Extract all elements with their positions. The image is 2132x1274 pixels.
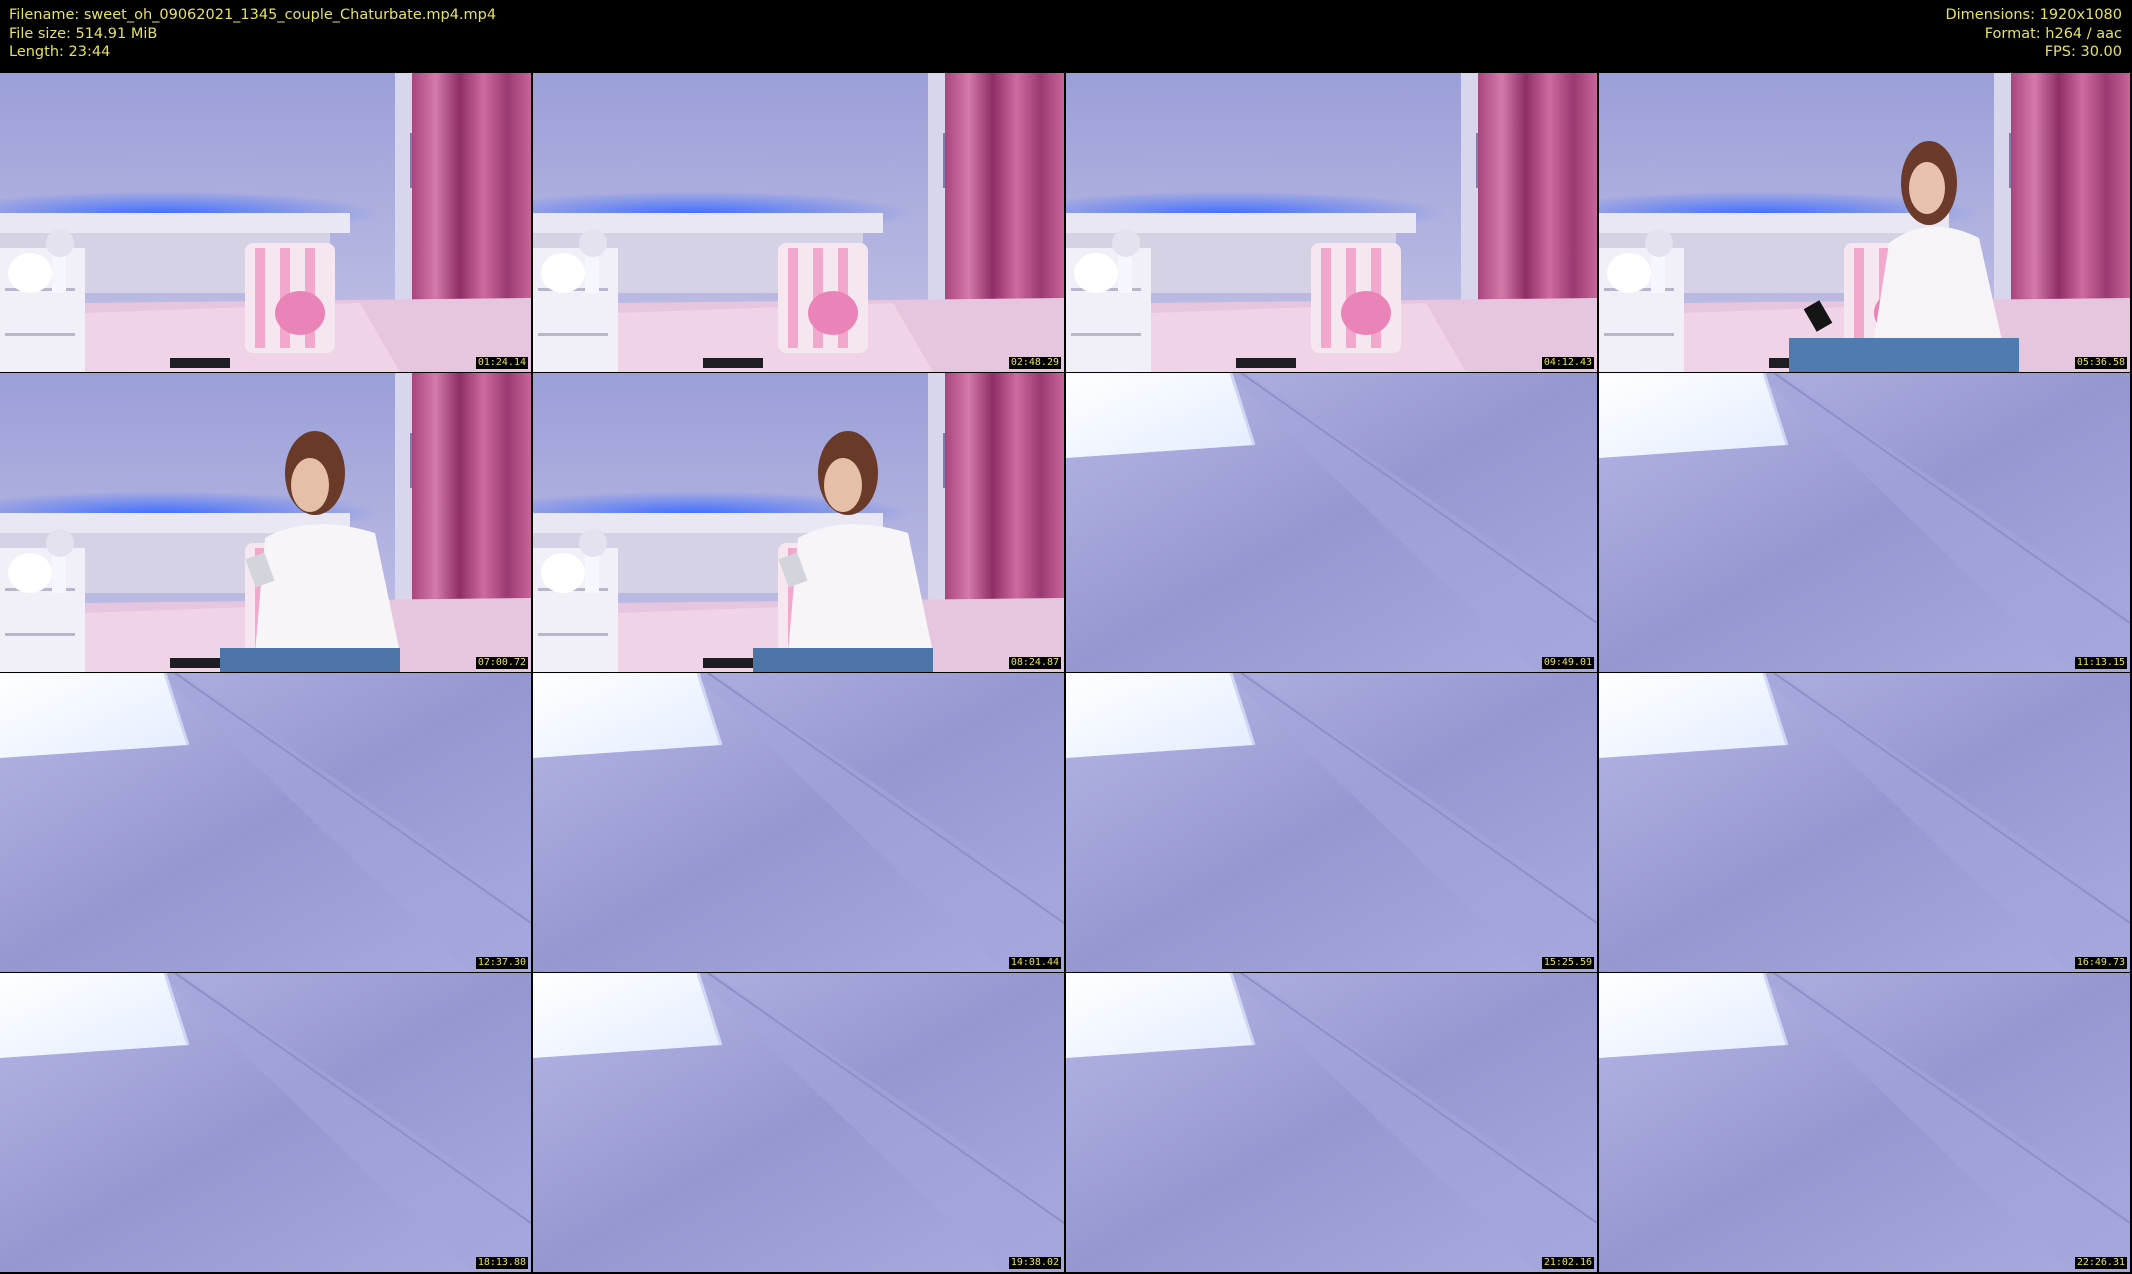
thumbnail[interactable]: 11:13.15: [1599, 373, 2130, 672]
thumbnail[interactable]: 05:36.58: [1599, 73, 2130, 372]
thumbnail-image: [1599, 673, 2130, 972]
timestamp-label: 18:13.88: [475, 1257, 528, 1269]
thumbnail-image: [0, 73, 531, 372]
thumbnail-image: [0, 673, 531, 972]
thumbnail[interactable]: 18:13.88: [0, 973, 531, 1272]
timestamp-label: 11:13.15: [2074, 657, 2127, 669]
format-text: Format: h264 / aac: [1984, 25, 2122, 42]
thumbnail-image: [1599, 73, 2130, 372]
timestamp-label: 09:49.01: [1541, 657, 1594, 669]
thumbnail-image: [533, 973, 1064, 1272]
timestamp-label: 16:49.73: [2074, 957, 2127, 969]
thumbnail[interactable]: 01:24.14: [0, 73, 531, 372]
timestamp-label: 12:37.30: [475, 957, 528, 969]
thumbnail-image: [533, 673, 1064, 972]
info-header: Filename: sweet_oh_09062021_1345_couple_…: [0, 0, 2132, 72]
file-info-left: Filename: sweet_oh_09062021_1345_couple_…: [9, 6, 496, 62]
thumbnail[interactable]: 09:49.01: [1066, 373, 1597, 672]
thumbnail-image: [533, 373, 1064, 672]
thumbnail-image: [1066, 973, 1597, 1272]
timestamp-label: 22:26.31: [2074, 1257, 2127, 1269]
file-info-right: Dimensions: 1920x1080 Format: h264 / aac…: [1945, 6, 2122, 62]
thumbnail[interactable]: 02:48.29: [533, 73, 1064, 372]
thumbnail-image: [1599, 373, 2130, 672]
timestamp-label: 19:38.02: [1008, 1257, 1061, 1269]
thumbnail[interactable]: 14:01.44: [533, 673, 1064, 972]
thumbnail-image: [0, 373, 531, 672]
timestamp-label: 07:00.72: [475, 657, 528, 669]
length-text: Length: 23:44: [9, 44, 111, 60]
thumbnail-image: [1066, 373, 1597, 672]
thumbnail-image: [1066, 73, 1597, 372]
thumbnail[interactable]: 12:37.30: [0, 673, 531, 972]
dimensions-text: Dimensions: 1920x1080: [1945, 7, 2122, 23]
thumbnail[interactable]: 15:25.59: [1066, 673, 1597, 972]
thumbnail[interactable]: 08:24.87: [533, 373, 1064, 672]
timestamp-label: 02:48.29: [1008, 357, 1061, 369]
thumbnail-grid: 01:24.14 02:48.29 04:12.43 05:36.58 07:0…: [0, 73, 2132, 1272]
timestamp-label: 04:12.43: [1541, 357, 1594, 369]
thumbnail[interactable]: 19:38.02: [533, 973, 1064, 1272]
thumbnail[interactable]: 21:02.16: [1066, 973, 1597, 1272]
thumbnail-image: [533, 73, 1064, 372]
thumbnail[interactable]: 07:00.72: [0, 373, 531, 672]
thumbnail-image: [1599, 973, 2130, 1272]
timestamp-label: 14:01.44: [1008, 957, 1061, 969]
timestamp-label: 05:36.58: [2074, 357, 2127, 369]
thumbnail[interactable]: 22:26.31: [1599, 973, 2130, 1272]
fps-text: FPS: 30.00: [2044, 44, 2122, 60]
timestamp-label: 21:02.16: [1541, 1257, 1594, 1269]
filesize-text: File size: 514.91 MiB: [9, 25, 158, 42]
filename-text: Filename: sweet_oh_09062021_1345_couple_…: [9, 7, 497, 23]
timestamp-label: 15:25.59: [1541, 957, 1594, 969]
timestamp-label: 01:24.14: [475, 357, 528, 369]
thumbnail-image: [0, 973, 531, 1272]
thumbnail-image: [1066, 673, 1597, 972]
timestamp-label: 08:24.87: [1008, 657, 1061, 669]
thumbnail[interactable]: 04:12.43: [1066, 73, 1597, 372]
thumbnail[interactable]: 16:49.73: [1599, 673, 2130, 972]
